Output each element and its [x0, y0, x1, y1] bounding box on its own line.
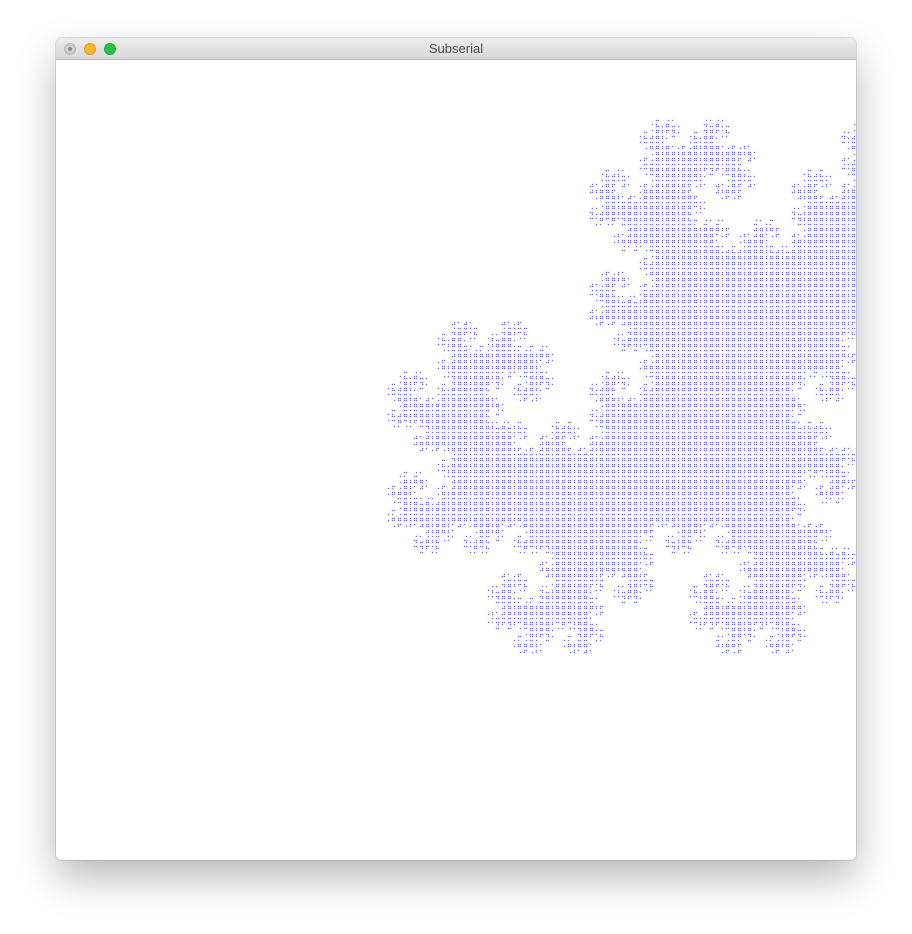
- window-title: Subserial: [428, 41, 484, 56]
- title-bar[interactable]: Subserial: [56, 38, 856, 60]
- canvas-area[interactable]: [56, 60, 856, 860]
- app-window: Subserial: [56, 38, 856, 860]
- fractal-canvas[interactable]: [56, 60, 856, 860]
